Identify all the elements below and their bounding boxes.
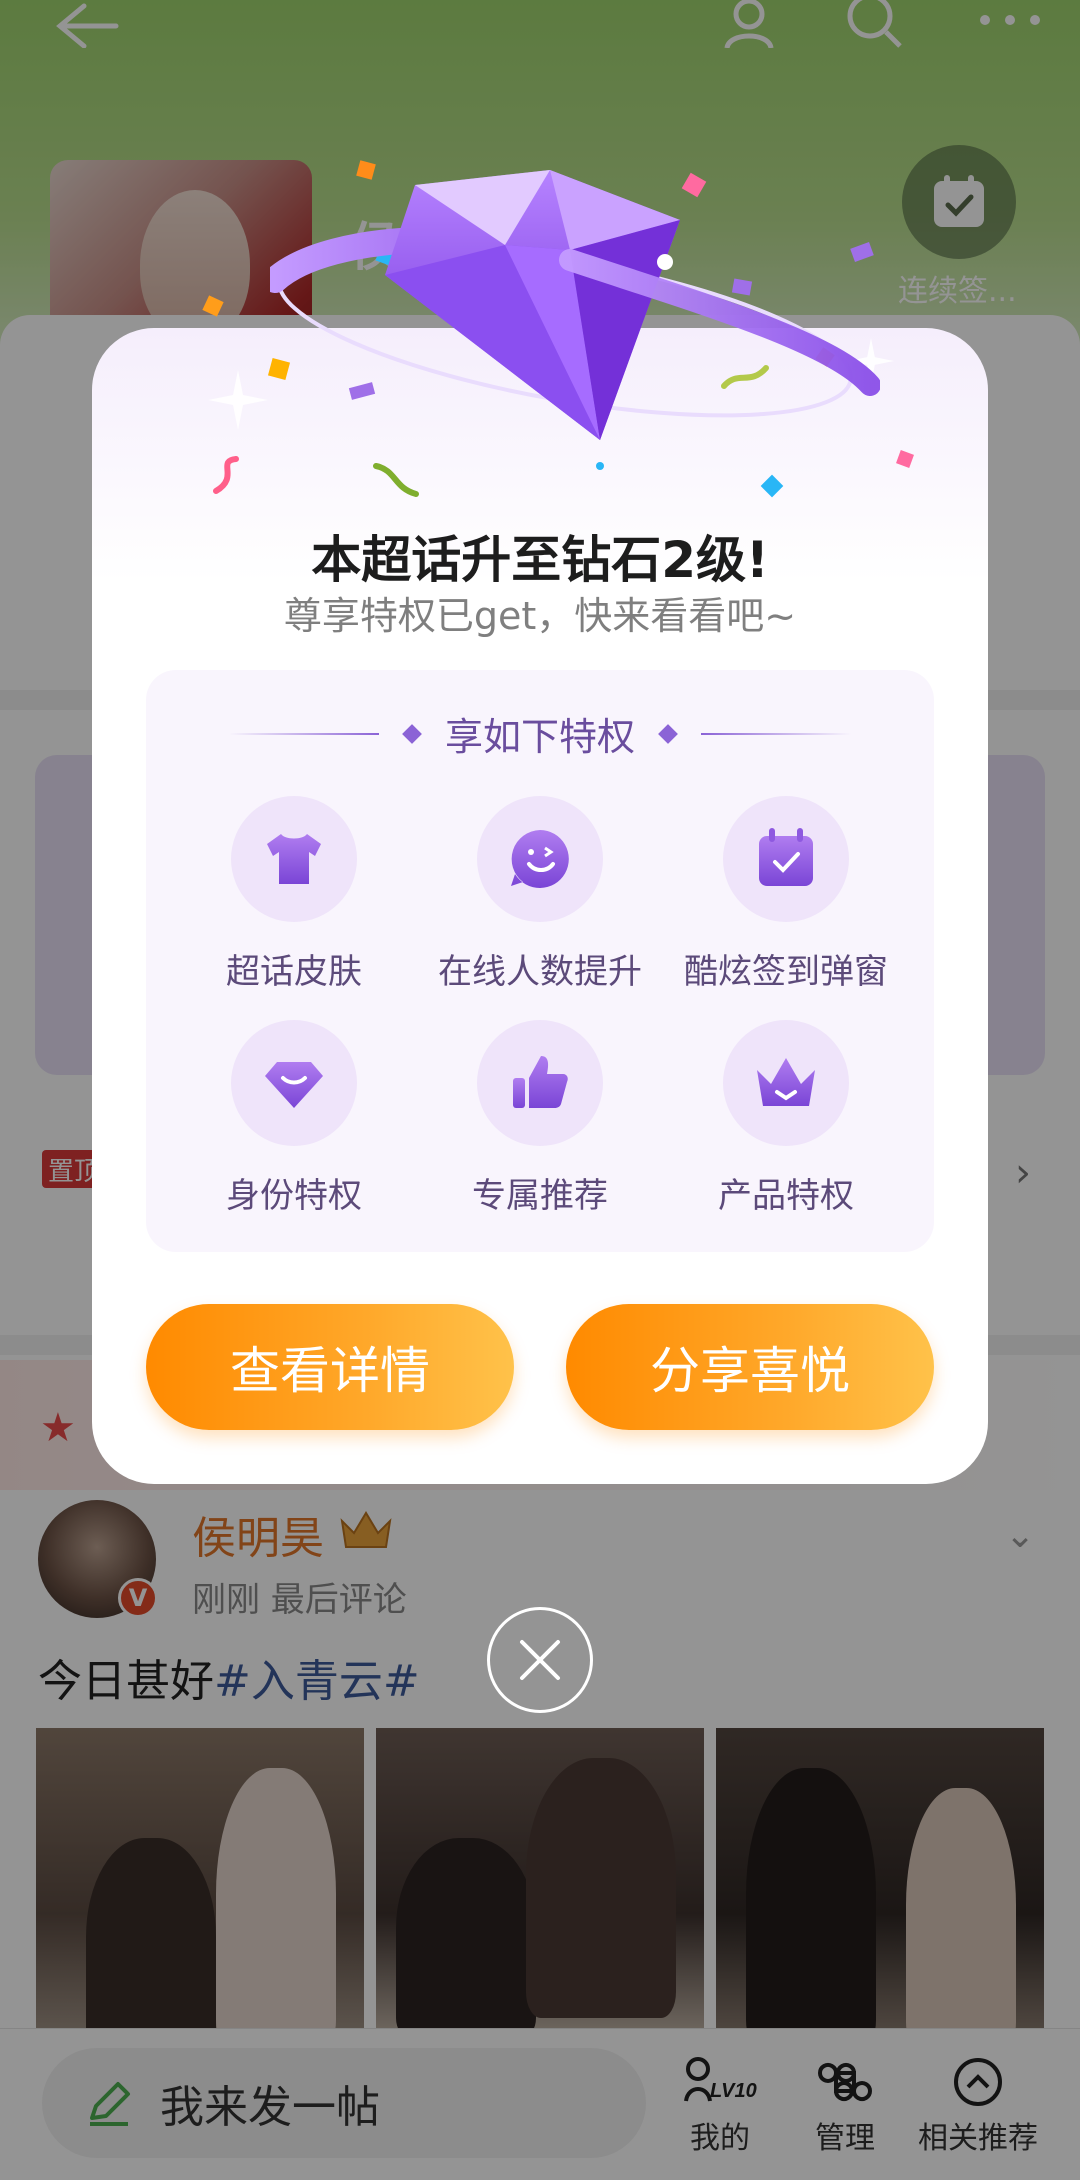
diamond-bullet-icon	[658, 723, 678, 744]
close-dialog-button[interactable]	[487, 1607, 593, 1713]
privilege-label: 产品特权	[718, 1176, 854, 1216]
privileges-panel: 享如下特权 超话皮肤 在线人数提升 酷炫签到弹窗 身份特权 专属推荐 产品特权	[146, 670, 934, 1252]
privilege-label: 在线人数提升	[438, 952, 642, 992]
confetti	[213, 456, 239, 494]
crown-icon	[757, 1058, 815, 1106]
diamond-gem-icon	[270, 170, 880, 440]
divider	[228, 732, 379, 735]
privilege-label: 酷炫签到弹窗	[684, 952, 888, 992]
thumbs-up-icon	[513, 1056, 568, 1108]
view-details-button[interactable]: 查看详情	[146, 1304, 514, 1430]
privilege-label: 专属推荐	[472, 1176, 608, 1216]
close-icon	[520, 1640, 560, 1680]
sparkle-icon	[208, 370, 268, 430]
dialog-subtitle: 尊享特权已get，快来看看吧~	[283, 594, 797, 638]
privileges-heading: 享如下特权	[444, 715, 635, 759]
privilege-item[interactable]: 超话皮肤	[171, 796, 417, 993]
privilege-item[interactable]: 酷炫签到弹窗	[663, 796, 909, 993]
dialog-title: 本超话升至钻石2级!	[311, 531, 769, 589]
privilege-item[interactable]: 专属推荐	[417, 1020, 663, 1217]
privilege-label: 超话皮肤	[226, 952, 362, 992]
smiley-icon	[511, 830, 569, 888]
divider	[701, 732, 851, 735]
privilege-item[interactable]: 产品特权	[663, 1020, 909, 1217]
privileges-heading-row: 享如下特权	[146, 706, 934, 761]
privilege-label: 身份特权	[226, 1176, 362, 1216]
diamond-bullet-icon	[402, 723, 422, 744]
privilege-item[interactable]: 在线人数提升	[417, 796, 663, 993]
tshirt-icon	[267, 834, 321, 884]
share-joy-button[interactable]: 分享喜悦	[566, 1304, 934, 1430]
calendar-check-icon	[759, 828, 813, 886]
privilege-item[interactable]: 身份特权	[171, 1020, 417, 1217]
diamond-icon	[265, 1062, 323, 1108]
